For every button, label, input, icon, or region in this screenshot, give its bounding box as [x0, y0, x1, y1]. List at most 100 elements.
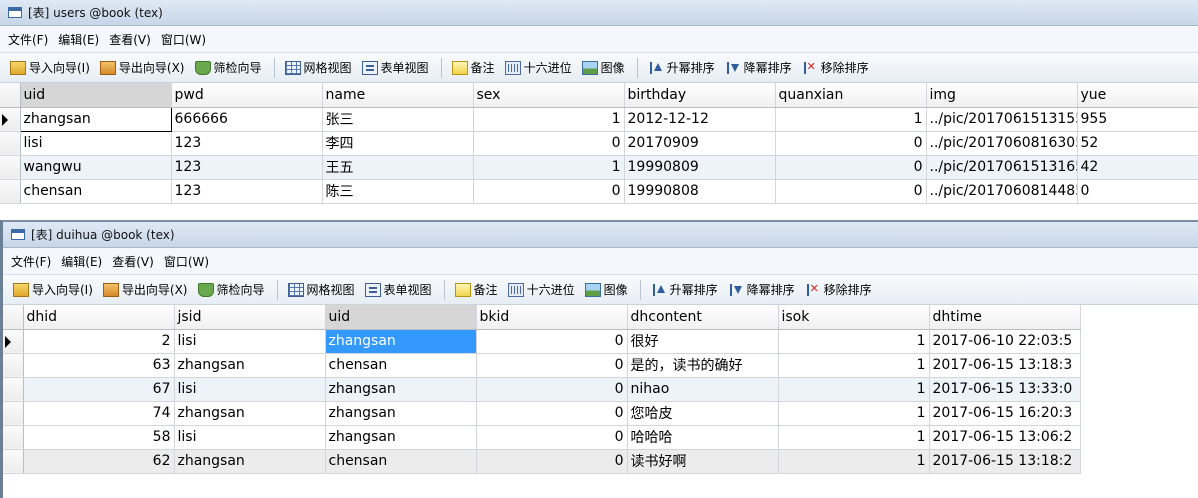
- table-row[interactable]: 62 zhangsan chensan 0 读书好啊 1 2017-06-15 …: [3, 449, 1081, 474]
- sort-descending-button[interactable]: 降幂排序: [728, 281, 795, 298]
- table-cell[interactable]: zhangsan: [325, 401, 477, 426]
- current-row-indicator[interactable]: [0, 107, 21, 132]
- table-cell[interactable]: 74: [23, 401, 175, 426]
- table-cell[interactable]: 52: [1077, 131, 1198, 156]
- table-cell[interactable]: 0: [775, 155, 927, 180]
- form-view-button[interactable]: 表单视图: [361, 59, 429, 76]
- table-row[interactable]: 58 lisi zhangsan 0 哈哈哈 1 2017-06-15 13:0…: [3, 425, 1081, 450]
- filter-wizard-button[interactable]: 筛检向导: [197, 281, 265, 298]
- table-row[interactable]: 2 lisi zhangsan 0 很好 1 2017-06-10 22:03:…: [3, 329, 1081, 354]
- table-cell[interactable]: 19990809: [624, 155, 776, 180]
- table-cell[interactable]: 王五: [322, 155, 474, 180]
- table-cell[interactable]: 2017-06-15 16:20:3: [929, 401, 1081, 426]
- table-cell[interactable]: 李四: [322, 131, 474, 156]
- image-button[interactable]: 图像: [581, 59, 625, 76]
- table-cell[interactable]: 67: [23, 377, 175, 402]
- memo-button[interactable]: 备注: [451, 59, 495, 76]
- table-cell[interactable]: 0: [476, 425, 628, 450]
- sort-ascending-button[interactable]: 升幂排序: [648, 59, 715, 76]
- table-row[interactable]: wangwu 123 王五 1 19990809 0 ../pic/201706…: [0, 155, 1198, 180]
- row-indicator[interactable]: [3, 353, 24, 378]
- filter-wizard-button[interactable]: 筛检向导: [194, 59, 262, 76]
- table-cell[interactable]: zhangsan: [325, 425, 477, 450]
- table-cell[interactable]: zhangsan: [325, 377, 477, 402]
- menu-window[interactable]: 窗口(W): [164, 253, 209, 270]
- table-row[interactable]: lisi 123 李四 0 20170909 0 ../pic/20170608…: [0, 131, 1198, 156]
- selected-cell[interactable]: zhangsan: [325, 329, 477, 354]
- sort-ascending-button[interactable]: 升幂排序: [651, 281, 718, 298]
- form-view-button[interactable]: 表单视图: [364, 281, 432, 298]
- table-cell[interactable]: 您哈皮: [627, 401, 779, 426]
- table-cell[interactable]: 2017-06-10 22:03:5: [929, 329, 1081, 354]
- table-cell[interactable]: 0: [476, 353, 628, 378]
- table-cell[interactable]: chensan: [325, 353, 477, 378]
- table-cell[interactable]: chensan: [20, 179, 172, 204]
- table-cell[interactable]: 读书好啊: [627, 449, 779, 474]
- column-header-dhid[interactable]: dhid: [23, 305, 175, 330]
- table-cell[interactable]: 62: [23, 449, 175, 474]
- table-cell[interactable]: nihao: [627, 377, 779, 402]
- menu-file[interactable]: 文件(F): [8, 31, 48, 48]
- table-cell[interactable]: ../pic/2017060816305: [926, 131, 1078, 156]
- table-cell[interactable]: 63: [23, 353, 175, 378]
- table-cell[interactable]: 陈三: [322, 179, 474, 204]
- remove-sort-button[interactable]: 移除排序: [805, 281, 872, 298]
- table-cell[interactable]: wangwu: [20, 155, 172, 180]
- table-cell[interactable]: 955: [1077, 107, 1198, 132]
- grid-view-button[interactable]: 网格视图: [284, 59, 352, 76]
- table-cell[interactable]: lisi: [174, 329, 326, 354]
- column-header-sex[interactable]: sex: [473, 83, 625, 108]
- hex-button[interactable]: 十六进位: [507, 281, 575, 298]
- table-cell[interactable]: 0: [775, 179, 927, 204]
- table-cell[interactable]: 2017-06-15 13:18:2: [929, 449, 1081, 474]
- window-title-bar[interactable]: [表] duihua @book (tex): [3, 222, 1198, 248]
- table-cell[interactable]: 1: [778, 401, 930, 426]
- table-cell[interactable]: 哈哈哈: [627, 425, 779, 450]
- table-cell[interactable]: 42: [1077, 155, 1198, 180]
- table-cell[interactable]: 0: [1077, 179, 1198, 204]
- column-header-jsid[interactable]: jsid: [174, 305, 326, 330]
- column-header-quanxian[interactable]: quanxian: [775, 83, 927, 108]
- column-header-img[interactable]: img: [926, 83, 1078, 108]
- row-indicator[interactable]: [0, 131, 21, 156]
- row-indicator[interactable]: [3, 449, 24, 474]
- table-cell[interactable]: lisi: [174, 377, 326, 402]
- row-indicator[interactable]: [0, 179, 21, 204]
- table-row[interactable]: 67 lisi zhangsan 0 nihao 1 2017-06-15 13…: [3, 377, 1081, 402]
- table-cell[interactable]: 0: [476, 329, 628, 354]
- export-wizard-button[interactable]: 导出向导(X): [99, 59, 185, 76]
- table-cell[interactable]: 是的，读书的确好: [627, 353, 779, 378]
- table-cell[interactable]: chensan: [325, 449, 477, 474]
- column-header-uid[interactable]: uid: [325, 305, 477, 330]
- table-row[interactable]: 74 zhangsan zhangsan 0 您哈皮 1 2017-06-15 …: [3, 401, 1081, 426]
- table-cell[interactable]: 1: [778, 425, 930, 450]
- table-cell[interactable]: 2012-12-12: [624, 107, 776, 132]
- row-indicator[interactable]: [3, 401, 24, 426]
- table-cell[interactable]: 1: [775, 107, 927, 132]
- row-indicator[interactable]: [3, 425, 24, 450]
- row-indicator[interactable]: [3, 377, 24, 402]
- column-header-pwd[interactable]: pwd: [171, 83, 323, 108]
- column-header-bkid[interactable]: bkid: [476, 305, 628, 330]
- hex-button[interactable]: 十六进位: [504, 59, 572, 76]
- current-row-indicator[interactable]: [3, 329, 24, 354]
- table-cell[interactable]: 1: [778, 449, 930, 474]
- import-wizard-button[interactable]: 导入向导(I): [13, 281, 93, 298]
- memo-button[interactable]: 备注: [454, 281, 498, 298]
- table-cell[interactable]: zhangsan: [174, 353, 326, 378]
- table-cell[interactable]: 2017-06-15 13:06:2: [929, 425, 1081, 450]
- table-cell[interactable]: zhangsan: [174, 449, 326, 474]
- menu-edit[interactable]: 编辑(E): [61, 253, 102, 270]
- column-header-uid[interactable]: uid: [20, 83, 172, 108]
- menu-edit[interactable]: 编辑(E): [58, 31, 99, 48]
- menu-file[interactable]: 文件(F): [11, 253, 51, 270]
- table-cell[interactable]: ../pic/2017060814485: [926, 179, 1078, 204]
- table-row[interactable]: 63 zhangsan chensan 0 是的，读书的确好 1 2017-06…: [3, 353, 1081, 378]
- table-cell[interactable]: 1: [778, 329, 930, 354]
- remove-sort-button[interactable]: 移除排序: [802, 59, 869, 76]
- table-cell[interactable]: 1: [778, 377, 930, 402]
- column-header-name[interactable]: name: [322, 83, 474, 108]
- table-cell[interactable]: zhangsan: [19, 106, 172, 132]
- table-cell[interactable]: 123: [171, 131, 323, 156]
- column-header-dhtime[interactable]: dhtime: [929, 305, 1081, 330]
